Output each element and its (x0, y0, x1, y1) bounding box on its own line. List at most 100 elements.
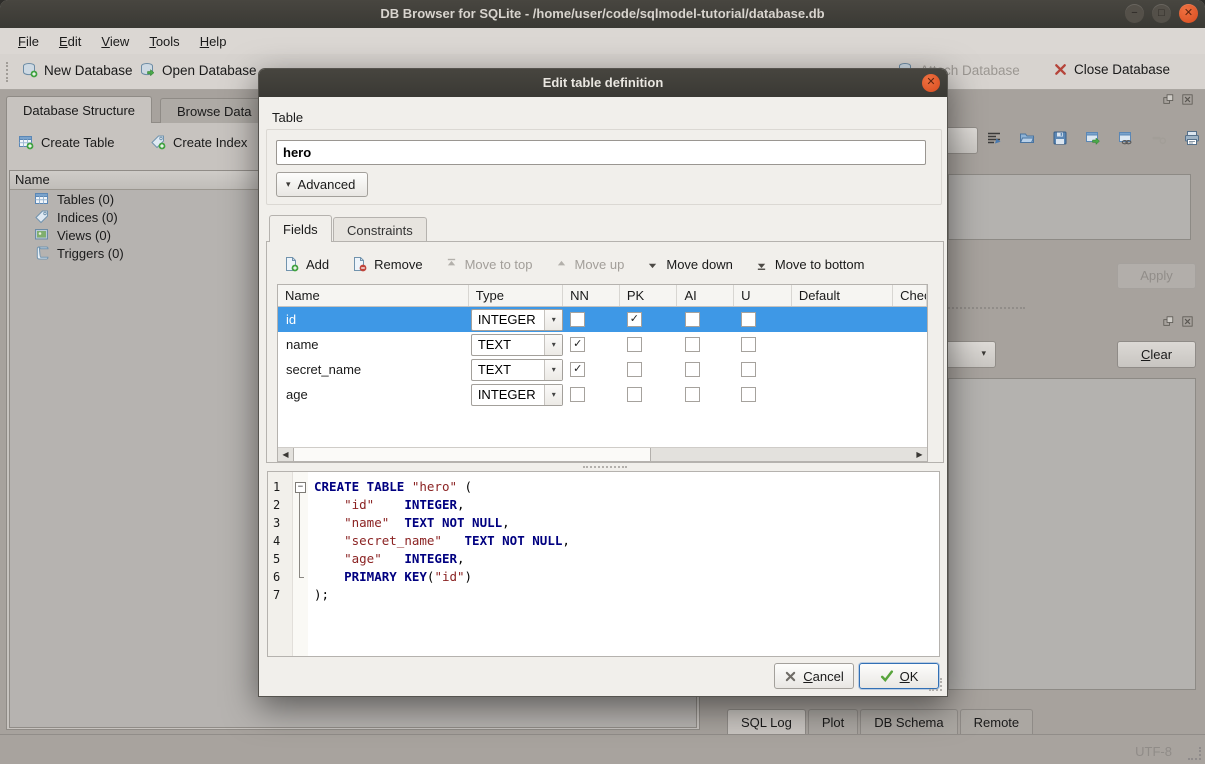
tab-browse-data[interactable]: Browse Data (160, 98, 268, 123)
field-row-age[interactable]: ageINTEGER▾ (278, 382, 927, 407)
default-cell[interactable] (792, 382, 893, 407)
field-row-secret-name[interactable]: secret_nameTEXT▾✓ (278, 357, 927, 382)
column-header-type[interactable]: Type (469, 285, 563, 306)
column-header-pk[interactable]: PK (620, 285, 678, 306)
text-import-button[interactable] (986, 130, 1002, 149)
tab-constraints[interactable]: Constraints (333, 217, 427, 242)
open-database-button[interactable]: Open Database (140, 62, 257, 78)
nn-checkbox[interactable] (570, 312, 585, 327)
dock-splitter-handle[interactable] (945, 307, 1025, 309)
tab-database-structure[interactable]: Database Structure (6, 96, 152, 123)
tab-fields[interactable]: Fields (269, 215, 332, 242)
fold-margin[interactable] (293, 514, 308, 532)
scroll-left-icon[interactable]: ◀ (278, 448, 293, 461)
remove-button[interactable]: Remove (351, 256, 422, 272)
default-cell[interactable] (792, 307, 893, 332)
check-cell[interactable] (893, 307, 927, 332)
ai-checkbox[interactable] (685, 312, 700, 327)
pk-checkbox[interactable]: ✓ (627, 312, 642, 327)
create-table-button[interactable]: Create Table (18, 134, 114, 150)
advanced-button[interactable]: ▾ Advanced (276, 172, 368, 197)
sql-preview-editor[interactable]: 1−CREATE TABLE "hero" (2 "id" INTEGER,3 … (267, 471, 940, 657)
scroll-right-icon[interactable]: ▶ (912, 448, 927, 461)
fold-marker-icon[interactable]: − (295, 482, 306, 493)
type-combobox[interactable]: TEXT▾ (471, 334, 563, 356)
minimize-button[interactable]: − (1125, 4, 1144, 23)
new-database-button[interactable]: New Database (22, 62, 133, 78)
column-header-default[interactable]: Default (792, 285, 893, 306)
window-titlebar[interactable]: DB Browser for SQLite - /home/user/code/… (0, 0, 1205, 28)
nn-checkbox[interactable]: ✓ (570, 337, 585, 352)
close-button[interactable]: ✕ (1179, 4, 1198, 23)
close-database-button[interactable]: Close Database (1053, 62, 1170, 77)
field-row-name[interactable]: nameTEXT▾✓ (278, 332, 927, 357)
fields-hscrollbar[interactable]: ◀ ▶ (278, 447, 927, 461)
column-header-check[interactable]: Check (893, 285, 927, 306)
dialog-close-button[interactable]: ✕ (922, 74, 940, 92)
check-cell[interactable] (893, 332, 927, 357)
column-header-name[interactable]: Name (278, 285, 469, 306)
fold-margin[interactable] (293, 496, 308, 514)
fold-margin[interactable] (293, 568, 308, 586)
toolbar-grip[interactable] (6, 62, 12, 82)
dock-float-icon[interactable] (1163, 94, 1176, 110)
cancel-button[interactable]: Cancel (774, 663, 854, 689)
pk-checkbox[interactable] (627, 337, 642, 352)
export-button[interactable] (1085, 130, 1101, 149)
check-cell[interactable] (893, 382, 927, 407)
dock-close-icon[interactable] (1182, 94, 1195, 110)
menu-file[interactable]: File (8, 31, 49, 52)
move-up-button[interactable]: Move up (555, 257, 625, 272)
move-down-button[interactable]: Move down (646, 257, 732, 272)
maximize-button[interactable]: □ (1152, 4, 1171, 23)
print-button[interactable] (1184, 130, 1200, 149)
field-row-id[interactable]: idINTEGER▾✓ (278, 307, 927, 332)
save-button[interactable] (1052, 130, 1068, 149)
nn-checkbox[interactable] (570, 387, 585, 402)
link-button[interactable] (1118, 130, 1134, 149)
type-combobox[interactable]: TEXT▾ (471, 359, 563, 381)
create-index-button[interactable]: Create Index (150, 134, 247, 150)
add-button[interactable]: Add (283, 256, 329, 272)
ai-checkbox[interactable] (685, 362, 700, 377)
menu-edit[interactable]: Edit (49, 31, 91, 52)
u-checkbox[interactable] (741, 362, 756, 377)
column-header-u[interactable]: U (734, 285, 792, 306)
menu-help[interactable]: Help (190, 31, 237, 52)
fold-margin[interactable] (293, 586, 308, 604)
u-checkbox[interactable] (741, 337, 756, 352)
fold-margin[interactable] (293, 550, 308, 568)
dialog-splitter-handle[interactable] (583, 466, 627, 468)
fold-margin[interactable]: − (293, 478, 308, 496)
column-header-ai[interactable]: AI (677, 285, 734, 306)
cell-edit-area[interactable] (948, 174, 1191, 240)
type-combobox[interactable]: INTEGER▾ (471, 309, 563, 331)
ai-checkbox[interactable] (685, 337, 700, 352)
open-file-button[interactable] (1019, 130, 1035, 149)
move-to-top-button[interactable]: Move to top (445, 257, 533, 272)
tab-db-schema[interactable]: DB Schema (860, 709, 957, 734)
fold-margin[interactable] (293, 532, 308, 550)
set-null-button[interactable] (1151, 130, 1167, 149)
tab-remote[interactable]: Remote (960, 709, 1034, 734)
default-cell[interactable] (792, 357, 893, 382)
default-cell[interactable] (792, 332, 893, 357)
sql-log-area[interactable] (948, 378, 1196, 690)
u-checkbox[interactable] (741, 387, 756, 402)
tab-plot[interactable]: Plot (808, 709, 858, 734)
pk-checkbox[interactable] (627, 362, 642, 377)
ok-button[interactable]: OK (859, 663, 939, 689)
dock-close-icon[interactable] (1182, 316, 1195, 332)
move-to-bottom-button[interactable]: Move to bottom (755, 257, 865, 272)
dialog-resize-grip[interactable] (929, 678, 942, 691)
column-header-nn[interactable]: NN (563, 285, 620, 306)
pk-checkbox[interactable] (627, 387, 642, 402)
u-checkbox[interactable] (741, 312, 756, 327)
check-cell[interactable] (893, 357, 927, 382)
clear-button[interactable]: Clear (1117, 341, 1196, 368)
nn-checkbox[interactable]: ✓ (570, 362, 585, 377)
dialog-titlebar[interactable]: Edit table definition ✕ (259, 69, 947, 97)
window-resize-grip[interactable] (1188, 747, 1201, 760)
menu-view[interactable]: View (91, 31, 139, 52)
menu-tools[interactable]: Tools (139, 31, 189, 52)
